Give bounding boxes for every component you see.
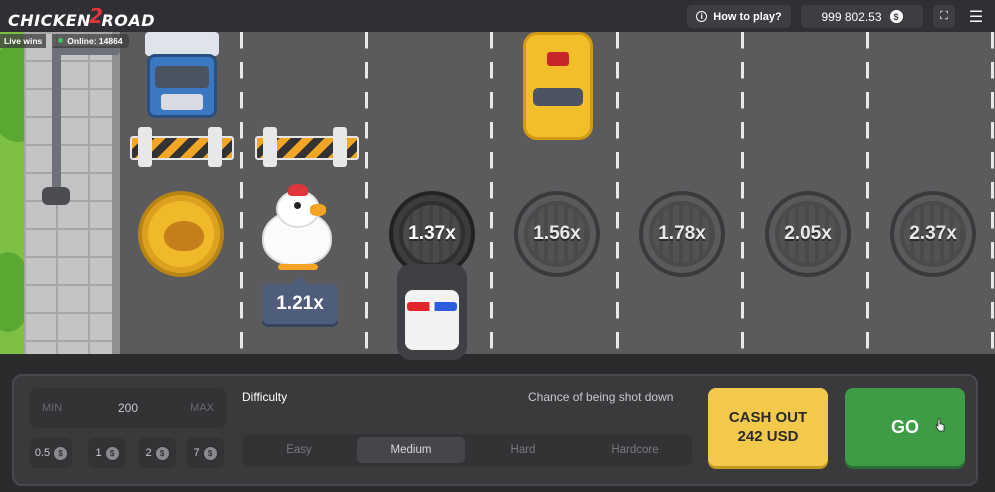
difficulty-medium-tab[interactable]: Medium	[357, 437, 465, 463]
chicken-character	[258, 184, 336, 274]
road-barrier	[130, 127, 234, 167]
chance-label: Chance of being shot down	[528, 390, 674, 404]
quick-bet-value: 0.5	[34, 447, 51, 459]
lane-divider	[240, 32, 243, 354]
quick-bet-button[interactable]: 2 $	[138, 438, 176, 468]
police-car	[397, 264, 467, 360]
lane-multiplier: 1.37x	[408, 223, 456, 244]
balance-display: 999 802.53 $	[801, 5, 923, 28]
lane-divider	[616, 32, 619, 354]
lane-divider	[741, 32, 744, 354]
difficulty-hardcore-tab[interactable]: Hardcore	[581, 437, 689, 463]
collected-coin-icon	[138, 191, 224, 277]
cash-out-button[interactable]: CASH OUT 242 USD	[708, 388, 828, 466]
taxi-windshield	[533, 88, 583, 106]
lane-divider	[365, 32, 368, 354]
online-counter: Online: 14864	[52, 33, 129, 48]
online-dot-icon	[58, 38, 64, 43]
current-multiplier-badge: 1.21x	[262, 276, 338, 324]
dollar-coin-icon: $	[54, 446, 68, 460]
taxi-sign	[547, 52, 569, 66]
truck-windshield	[155, 66, 209, 88]
dollar-coin-icon: $	[155, 446, 169, 460]
live-wins-label[interactable]: Live wins	[0, 33, 47, 48]
barrier-post	[333, 127, 347, 167]
police-car-hood	[405, 290, 459, 350]
street-lamp-pole	[52, 46, 61, 196]
lane-multiplier: 2.37x	[909, 223, 957, 244]
lane-divider	[991, 32, 994, 354]
sidewalk-tiles	[24, 32, 120, 354]
dollar-coin-icon: $	[889, 10, 903, 23]
quick-bet-button[interactable]: 7 $	[186, 438, 224, 468]
hamburger-menu-icon: ☰	[968, 8, 984, 26]
online-label: Online: 14864	[67, 35, 123, 46]
chicken-eye	[294, 202, 301, 209]
quick-bet-button[interactable]: 0.5 $	[30, 438, 72, 468]
truck-grill	[161, 94, 203, 110]
lane-multiplier: 1.78x	[658, 223, 706, 244]
logo: CHICKEN2ROAD	[8, 4, 156, 31]
logo-text-left: CHICKEN	[8, 11, 92, 30]
road-barrier	[255, 127, 359, 167]
cash-out-label: CASH OUT	[728, 409, 808, 426]
quick-bet-value: 1	[95, 447, 102, 459]
lane-manhole-2: 1.56x	[514, 191, 600, 277]
how-to-play-button[interactable]: i How to play?	[687, 5, 791, 28]
barrier-post	[138, 127, 152, 167]
quick-bet-value: 2	[145, 447, 152, 459]
lane-multiplier: 1.56x	[533, 223, 581, 244]
street-lamp-base	[42, 187, 70, 205]
top-bar: CHICKEN2ROAD i How to play? 999 802.53 $…	[0, 0, 995, 32]
hand-cursor-icon	[935, 418, 945, 432]
lane-manhole-4: 2.05x	[765, 191, 851, 277]
menu-button[interactable]: ☰	[964, 5, 988, 28]
go-label: GO	[890, 416, 919, 437]
difficulty-easy-tab[interactable]: Easy	[245, 437, 353, 463]
quick-bet-value: 7	[193, 447, 200, 459]
dollar-coin-icon: $	[203, 446, 217, 460]
barrier-post	[263, 127, 277, 167]
yellow-taxi	[523, 32, 593, 140]
live-bar: Live wins Online: 14864	[0, 32, 129, 49]
roast-chicken-icon	[164, 221, 204, 251]
blue-truck	[145, 32, 219, 118]
game-root: CHICKEN2ROAD i How to play? 999 802.53 $…	[0, 0, 995, 492]
lane-multiplier: 2.05x	[784, 223, 832, 244]
info-icon: i	[696, 11, 708, 22]
chicken-comb	[288, 184, 308, 196]
barrier-post	[208, 127, 222, 167]
curb	[112, 32, 120, 354]
fullscreen-button[interactable]: ⛶	[933, 5, 955, 28]
sidewalk	[0, 32, 120, 354]
chicken-beak	[310, 204, 326, 216]
police-siren-lights	[407, 302, 457, 311]
quick-bet-button[interactable]: 1 $	[88, 438, 126, 468]
cash-out-amount: 242 USD	[737, 428, 799, 445]
difficulty-hard-tab[interactable]: Hard	[469, 437, 577, 463]
difficulty-selector: Easy Medium Hard Hardcore	[242, 434, 692, 466]
control-panel: MIN 200 MAX 0.5 $ 1 $ 2 $ 7 $ Difficulty…	[12, 374, 978, 486]
bet-amount-input[interactable]: MIN 200 MAX	[30, 388, 226, 428]
chicken-feet	[278, 264, 318, 270]
fullscreen-icon: ⛶	[940, 10, 948, 22]
go-button[interactable]: GO	[845, 388, 965, 466]
bet-max-button[interactable]: MAX	[190, 388, 214, 428]
difficulty-label: Difficulty	[242, 390, 288, 404]
lane-manhole-3: 1.78x	[639, 191, 725, 277]
how-to-play-label: How to play?	[713, 10, 782, 23]
taxi-body	[523, 32, 593, 140]
truck-cargo	[145, 32, 219, 56]
lane-divider	[866, 32, 869, 354]
dollar-coin-icon: $	[105, 446, 119, 460]
lane-manhole-5: 2.37x	[890, 191, 976, 277]
balance-value: 999 802.53	[821, 9, 882, 24]
logo-text-right: ROAD	[101, 11, 156, 30]
lane-divider	[490, 32, 493, 354]
logo-text-mid: 2	[89, 4, 104, 28]
